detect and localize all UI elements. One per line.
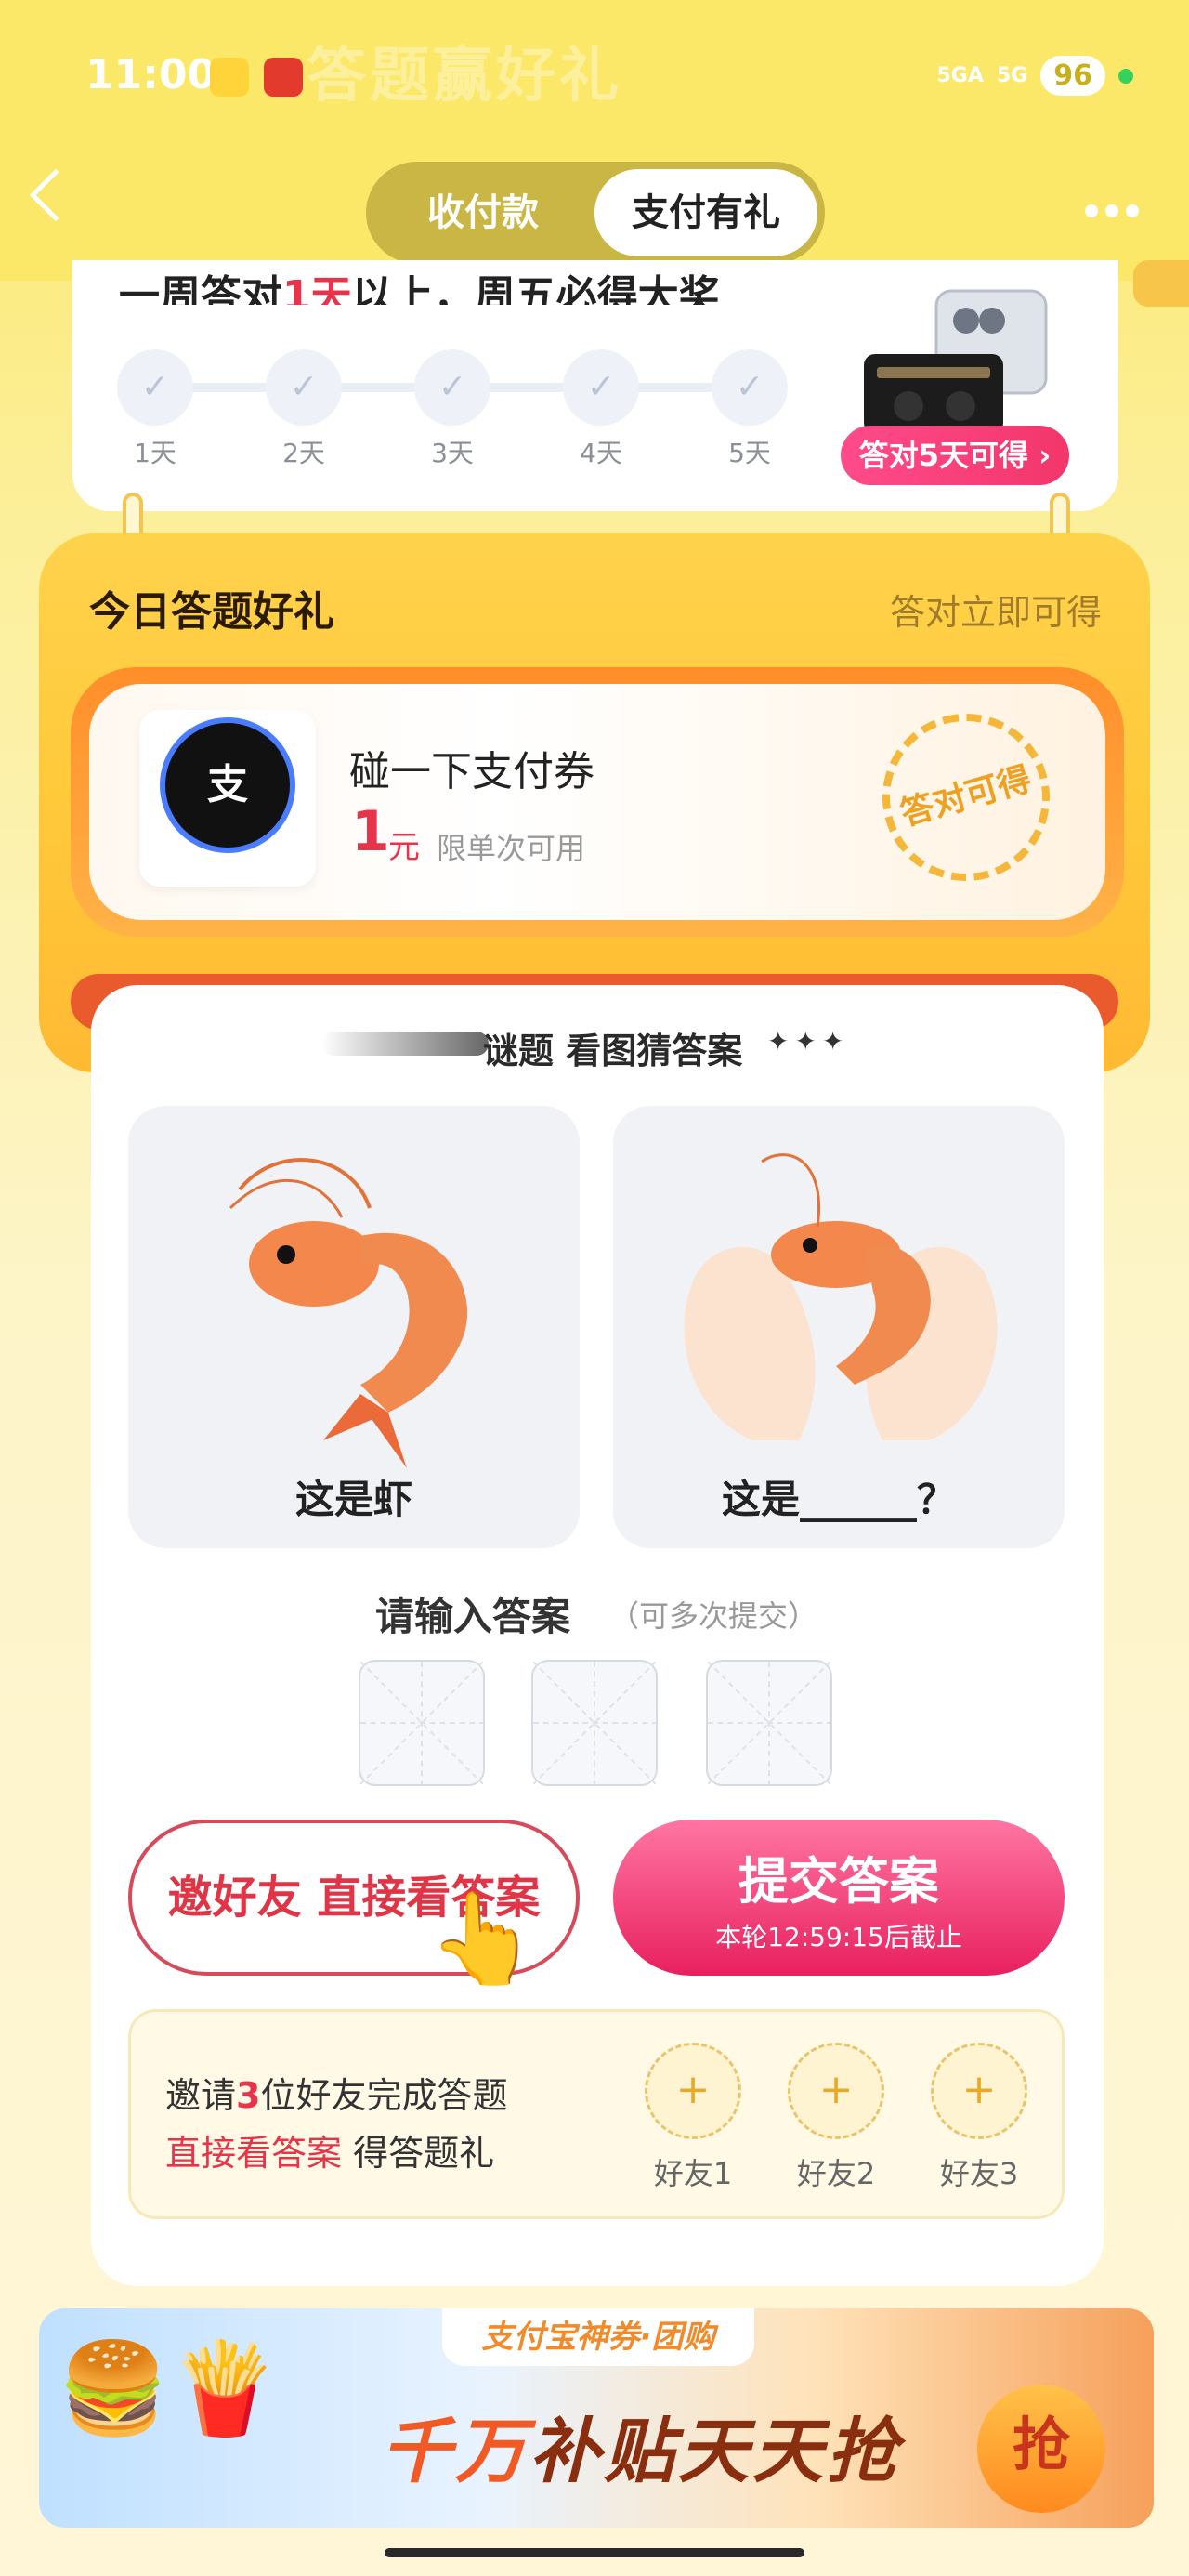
check-icon: ✓ (712, 349, 788, 426)
notification-app-icon (210, 58, 249, 97)
friend-label-3: 好友3 (939, 2156, 1019, 2191)
submit-label: 提交答案 (738, 1852, 939, 1911)
reward-name: 碰一下支付券 (349, 748, 594, 795)
food-illustration-icon: 🍔🍟 (58, 2336, 281, 2440)
prize-button[interactable]: 答对5天可得 › (841, 426, 1069, 485)
friend-slot-1[interactable]: + (645, 2043, 741, 2139)
submit-answer-button[interactable]: 提交答案 本轮12:59:15后截止 (613, 1820, 1065, 1976)
submit-deadline: 本轮12:59:15后截止 (715, 1922, 962, 1952)
answer-char-input-1[interactable] (359, 1660, 485, 1786)
privacy-dot-icon (1118, 68, 1133, 84)
left-caption: 这是虾 (294, 1477, 412, 1522)
answer-char-input-2[interactable] (531, 1660, 658, 1786)
signal-5ga-icon: 5GA (936, 63, 984, 87)
answer-hint: （可多次提交） (609, 1598, 818, 1634)
promo-title: 千万补贴天天抢 (381, 2410, 901, 2492)
sparkle-icon: ✦✦✦ (767, 1026, 850, 1057)
status-indicators: 5GA 5G 96 (936, 56, 1133, 96)
check-icon: ✓ (117, 349, 193, 426)
battery-indicator: 96 (1040, 56, 1105, 96)
today-subtitle: 答对立即可得 (889, 592, 1102, 633)
today-title: 今日答题好礼 (89, 588, 334, 636)
day-label: 2天 (282, 438, 325, 468)
friend-slot-3[interactable]: + (931, 2043, 1027, 2139)
signal-5g-icon: 5G (996, 63, 1028, 87)
friend-label-2: 好友2 (796, 2156, 876, 2191)
check-icon: ✓ (266, 349, 342, 426)
day-label: 4天 (580, 438, 622, 468)
day-label: 1天 (134, 438, 176, 468)
reward-amount: 1 (351, 799, 390, 864)
side-tab[interactable] (1133, 260, 1189, 307)
answer-label: 请输入答案 (375, 1594, 571, 1639)
alipay-logo-icon: 支 (160, 717, 295, 853)
blurred-prefix (321, 1032, 489, 1056)
header-banner-text: 答题赢好礼 (307, 42, 622, 111)
tab-collect-pay[interactable]: 收付款 (381, 173, 585, 253)
promo-tag: 支付宝神券·团购 (442, 2308, 754, 2366)
reward-unit: 元 (388, 829, 420, 866)
tab-pay-rewards[interactable]: 支付有礼 (594, 169, 817, 256)
right-caption: 这是______？ (721, 1477, 956, 1522)
home-indicator (385, 2548, 804, 2557)
day-label: 3天 (431, 438, 474, 468)
reward-condition: 限单次可用 (437, 831, 586, 866)
grab-button[interactable]: 抢 (977, 2385, 1105, 2513)
friend-slot-2[interactable]: + (788, 2043, 884, 2139)
notification-app-icon (264, 58, 303, 97)
friend-label-1: 好友1 (653, 2156, 733, 2191)
pointing-hand-icon: 👆 (427, 1886, 539, 1991)
status-time: 11:00 (85, 51, 216, 99)
check-icon: ✓ (563, 349, 639, 426)
more-dots-icon[interactable] (1085, 204, 1139, 217)
weekly-title: 一周答对1天以上，周五必得大奖 (119, 272, 720, 305)
puzzle-title: 谜题 看图猜答案 (483, 1031, 743, 1071)
check-icon: ✓ (414, 349, 490, 426)
invite-line-2: 直接看答案 得答题礼 (165, 2133, 495, 2174)
day-label: 5天 (728, 438, 771, 468)
invite-line-1: 邀请3位好友完成答题 (165, 2075, 508, 2116)
answer-char-input-3[interactable] (706, 1660, 832, 1786)
